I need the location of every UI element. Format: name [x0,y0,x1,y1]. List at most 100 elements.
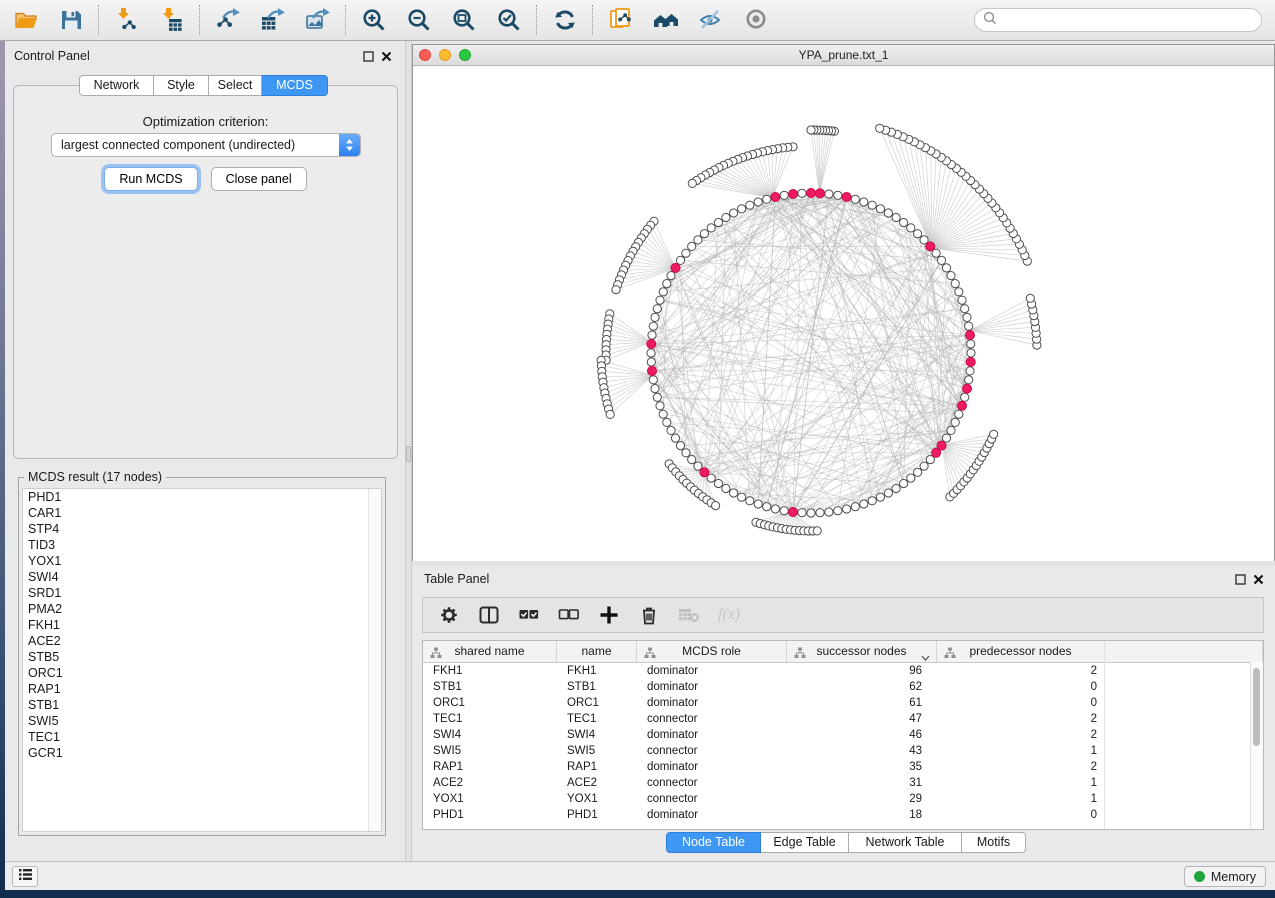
column-header-shared-name[interactable]: shared name [423,641,557,662]
select-all-icon[interactable] [517,603,541,627]
toolbar-group [214,6,332,34]
criterion-dropdown[interactable]: largest connected component (undirected) [51,133,361,157]
cell-MCDS-role: dominator [637,679,787,695]
add-column-icon[interactable] [597,603,621,627]
network-canvas[interactable] [413,66,1274,561]
column-header-predecessor-nodes[interactable]: predecessor nodes [937,641,1105,662]
table-row[interactable]: ACE2ACE2connector311 [423,775,1263,791]
control-panel: Control Panel NetworkStyleSelectMCDS Opt… [5,41,405,861]
show-details-icon[interactable] [742,6,770,34]
mcds-result-item[interactable]: STP4 [23,521,381,537]
run-mcds-button[interactable]: Run MCDS [104,167,197,191]
cell-successor-nodes: 35 [787,759,937,775]
table-row[interactable]: STB1STB1dominator620 [423,679,1263,695]
mcds-result-item[interactable]: ACE2 [23,633,381,649]
open-file-icon[interactable] [12,6,40,34]
close-panel-icon[interactable] [380,50,393,63]
export-network-icon[interactable] [214,6,242,34]
export-table-icon[interactable] [259,6,287,34]
mcds-result-item[interactable]: STB5 [23,649,381,665]
control-panel-title: Control Panel [14,49,90,63]
cell-shared-name: RAP1 [423,759,557,775]
table-row[interactable]: TEC1TEC1connector472 [423,711,1263,727]
mcds-result-item[interactable]: TEC1 [23,729,381,745]
save-session-icon[interactable] [57,6,85,34]
main-area: Control Panel NetworkStyleSelectMCDS Opt… [5,41,1275,861]
table-panel: Table Panel f(x) shared namenameMCDS rol… [412,566,1275,861]
table-row[interactable]: SWI4SWI4dominator462 [423,727,1263,743]
cell-MCDS-role: connector [637,711,787,727]
table-row[interactable]: SWI5SWI5connector431 [423,743,1263,759]
mcds-list-scrollbar[interactable] [368,489,381,831]
cell-predecessor-nodes: 2 [937,727,1105,743]
columns-icon[interactable] [477,603,501,627]
mcds-result-item[interactable]: PMA2 [23,601,381,617]
table-header-row: shared name name MCDS rolesuccessor nodesp… [423,641,1263,663]
tab-network-table[interactable]: Network Table [849,832,962,853]
column-header-successor-nodes[interactable]: successor nodes [787,641,937,662]
new-network-from-selection-icon[interactable] [607,6,635,34]
tab-edge-table[interactable]: Edge Table [761,832,849,853]
export-image-icon[interactable] [304,6,332,34]
task-history-button[interactable] [12,866,38,887]
tab-motifs[interactable]: Motifs [962,832,1026,853]
mcds-result-item[interactable]: SWI4 [23,569,381,585]
tab-select[interactable]: Select [209,75,262,96]
tab-node-table[interactable]: Node Table [666,832,761,853]
column-header-label: name [581,644,611,658]
control-panel-tabs: NetworkStyleSelectMCDS [79,75,328,96]
mcds-result-item[interactable]: RAP1 [23,681,381,697]
cell-shared-name: PHD1 [423,807,557,823]
cell-name: YOX1 [557,791,637,807]
search-icon [983,11,997,30]
mcds-result-item[interactable]: YOX1 [23,553,381,569]
houses-icon[interactable] [652,6,680,34]
mcds-result-item[interactable]: TID3 [23,537,381,553]
zoom-in-icon[interactable] [360,6,388,34]
search-input[interactable] [1002,12,1261,28]
mcds-result-item[interactable]: STB1 [23,697,381,713]
close-table-panel-icon[interactable] [1252,573,1265,586]
table-row[interactable]: RAP1RAP1dominator352 [423,759,1263,775]
mcds-result-item[interactable]: PHD1 [23,489,381,505]
mcds-result-item[interactable]: FKH1 [23,617,381,633]
cell-name: TEC1 [557,711,637,727]
zoom-fit-icon[interactable] [450,6,478,34]
table-row[interactable]: ORC1ORC1dominator610 [423,695,1263,711]
refresh-icon[interactable] [551,6,579,34]
mcds-result-item[interactable]: GCR1 [23,745,381,761]
zoom-selected-icon[interactable] [495,6,523,34]
main-toolbar [0,0,1275,41]
mcds-result-item[interactable]: SWI5 [23,713,381,729]
deselect-all-icon[interactable] [557,603,581,627]
cell-predecessor-nodes: 2 [937,663,1105,679]
table-row[interactable]: YOX1YOX1connector291 [423,791,1263,807]
mcds-result-item[interactable]: ORC1 [23,665,381,681]
table-scrollbar-thumb[interactable] [1253,668,1260,746]
delete-column-icon[interactable] [637,603,661,627]
splitter-grip[interactable] [406,446,411,462]
panel-splitter[interactable] [405,41,412,861]
mcds-result-item[interactable]: SRD1 [23,585,381,601]
column-header-MCDS-role[interactable]: MCDS role [637,641,787,662]
close-panel-button[interactable]: Close panel [211,167,307,191]
column-header-filler [1105,641,1263,662]
tab-style[interactable]: Style [154,75,209,96]
import-network-icon[interactable] [113,6,141,34]
memory-button[interactable]: Memory [1184,866,1266,887]
table-row[interactable]: FKH1FKH1dominator962 [423,663,1263,679]
float-table-panel-icon[interactable] [1234,573,1247,586]
tab-network[interactable]: Network [79,75,154,96]
memory-label: Memory [1211,870,1256,884]
mcds-result-item[interactable]: CAR1 [23,505,381,521]
zoom-out-icon[interactable] [405,6,433,34]
gear-icon[interactable] [437,603,461,627]
column-header-name[interactable]: name [557,641,637,662]
float-panel-icon[interactable] [362,50,375,63]
cell-name: SWI4 [557,727,637,743]
network-view-window: YPA_prune.txt_1 [412,44,1275,562]
import-table-icon[interactable] [158,6,186,34]
hide-details-icon[interactable] [697,6,725,34]
tab-mcds[interactable]: MCDS [262,75,328,96]
table-row[interactable]: PHD1PHD1dominator180 [423,807,1263,823]
